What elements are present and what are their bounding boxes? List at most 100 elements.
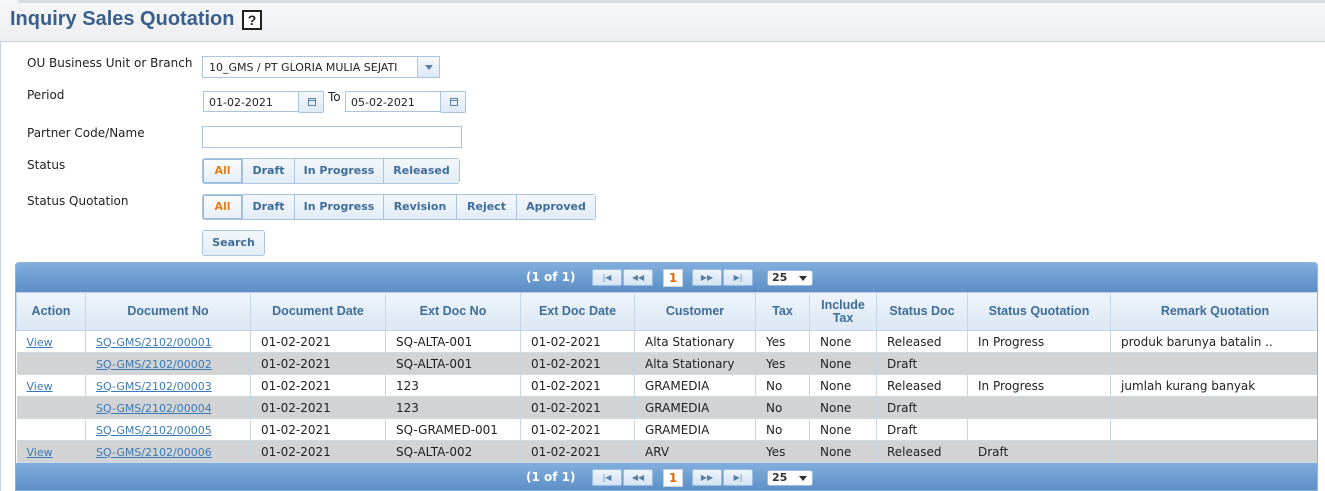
- next-page-icon[interactable]: ▶▶: [692, 469, 722, 486]
- document-date-cell: 01-02-2021: [250, 330, 386, 353]
- col-action[interactable]: Action: [16, 292, 86, 331]
- remark-cell: [1110, 352, 1317, 375]
- col-document-no[interactable]: Document No: [85, 292, 251, 331]
- status-all-button[interactable]: All: [203, 159, 243, 183]
- current-page[interactable]: 1: [663, 469, 683, 487]
- status-label: Status: [27, 158, 66, 172]
- last-page-icon[interactable]: ▶|: [723, 269, 753, 286]
- document-no-cell: SQ-GMS/2102/00004: [85, 396, 251, 419]
- partner-label: Partner Code/Name: [27, 126, 145, 140]
- pager-info: (1 of 1): [526, 470, 576, 484]
- status-doc-cell: Draft: [876, 418, 968, 441]
- document-link[interactable]: SQ-GMS/2102/00005: [96, 424, 212, 437]
- table-row[interactable]: SQ-GMS/2102/00002 01-02-2021 SQ-ALTA-001 01…: [16, 352, 1317, 375]
- status-doc-cell: Released: [876, 440, 968, 463]
- status-quotation-segmented: All Draft In Progress Revision Reject Ap…: [202, 194, 596, 220]
- status-doc-cell: Released: [876, 330, 968, 353]
- customer-cell: Alta Stationary: [634, 330, 756, 353]
- partner-input[interactable]: [202, 126, 462, 148]
- prev-page-icon[interactable]: ◀◀: [623, 469, 653, 486]
- header-topline: [18, 0, 1325, 3]
- sq-in-progress-button[interactable]: In Progress: [295, 195, 384, 219]
- status-doc-cell: Released: [876, 374, 968, 397]
- table-row[interactable]: SQ-GMS/2102/00005 01-02-2021 SQ-GRAMED-001…: [16, 418, 1317, 441]
- col-document-date[interactable]: Document Date: [250, 292, 386, 331]
- document-date-cell: 01-02-2021: [250, 418, 386, 441]
- last-page-icon[interactable]: ▶|: [723, 469, 753, 486]
- calendar-icon[interactable]: [440, 91, 466, 113]
- ext-doc-date-cell: 01-02-2021: [520, 396, 635, 419]
- document-link[interactable]: SQ-GMS/2102/00001: [96, 336, 212, 349]
- document-link[interactable]: SQ-GMS/2102/00004: [96, 402, 212, 415]
- customer-cell: GRAMEDIA: [634, 396, 756, 419]
- status-quotation-cell: [967, 396, 1111, 419]
- status-released-button[interactable]: Released: [384, 159, 459, 183]
- page-size-select[interactable]: 25: [767, 470, 813, 486]
- col-ext-doc-no[interactable]: Ext Doc No: [385, 292, 521, 331]
- table-row[interactable]: View SQ-GMS/2102/00003 01-02-2021 123 01-02-…: [16, 374, 1317, 397]
- col-ext-doc-date[interactable]: Ext Doc Date: [520, 292, 635, 331]
- tax-cell: No: [755, 396, 810, 419]
- include-tax-cell: None: [809, 418, 877, 441]
- ext-doc-no-cell: SQ-ALTA-001: [385, 352, 521, 375]
- period-to-field[interactable]: 05-02-2021: [345, 91, 441, 112]
- ou-select-value: 10_GMS / PT GLORIA MULIA SEJATI: [209, 61, 398, 74]
- table-row[interactable]: SQ-GMS/2102/00004 01-02-2021 123 01-02-2021…: [16, 396, 1317, 419]
- page-size-select[interactable]: 25: [767, 270, 813, 286]
- current-page[interactable]: 1: [663, 269, 683, 287]
- next-page-icon[interactable]: ▶▶: [692, 269, 722, 286]
- sq-revision-button[interactable]: Revision: [384, 195, 457, 219]
- first-page-icon[interactable]: |◀: [592, 469, 622, 486]
- period-from-field[interactable]: 01-02-2021: [203, 91, 299, 112]
- ext-doc-date-cell: 01-02-2021: [520, 440, 635, 463]
- chevron-down-icon[interactable]: [417, 57, 439, 77]
- col-customer[interactable]: Customer: [634, 292, 756, 331]
- period-label: Period: [27, 88, 65, 102]
- action-cell: [16, 352, 86, 375]
- document-link[interactable]: SQ-GMS/2102/00002: [96, 358, 212, 371]
- col-tax[interactable]: Tax: [755, 292, 810, 331]
- sq-draft-button[interactable]: Draft: [243, 195, 295, 219]
- search-button[interactable]: Search: [202, 230, 265, 256]
- table-row[interactable]: View SQ-GMS/2102/00001 01-02-2021 SQ-ALTA-0…: [16, 330, 1317, 353]
- table-row[interactable]: View SQ-GMS/2102/00006 01-02-2021 SQ-ALTA-0…: [16, 440, 1317, 463]
- sq-approved-button[interactable]: Approved: [517, 195, 595, 219]
- first-page-icon[interactable]: |◀: [592, 269, 622, 286]
- status-quotation-cell: [967, 418, 1111, 441]
- include-tax-cell: None: [809, 330, 877, 353]
- col-include-tax[interactable]: Include Tax: [809, 292, 877, 331]
- remark-cell: [1110, 440, 1317, 463]
- document-link[interactable]: SQ-GMS/2102/00006: [96, 446, 212, 459]
- document-link[interactable]: SQ-GMS/2102/00003: [96, 380, 212, 393]
- customer-cell: ARV: [634, 440, 756, 463]
- left-border: [0, 42, 1, 491]
- action-cell: View: [16, 374, 86, 397]
- view-link[interactable]: View: [27, 380, 53, 393]
- include-tax-cell: None: [809, 440, 877, 463]
- customer-cell: GRAMEDIA: [634, 418, 756, 441]
- document-date-cell: 01-02-2021: [250, 352, 386, 375]
- status-quotation-cell: [967, 352, 1111, 375]
- sq-reject-button[interactable]: Reject: [457, 195, 517, 219]
- include-tax-cell: None: [809, 396, 877, 419]
- document-no-cell: SQ-GMS/2102/00005: [85, 418, 251, 441]
- view-link[interactable]: View: [27, 446, 53, 459]
- table-header-row: Action Document No Document Date Ext Doc…: [16, 292, 1317, 331]
- view-link[interactable]: View: [27, 336, 53, 349]
- ext-doc-no-cell: SQ-ALTA-002: [385, 440, 521, 463]
- calendar-icon[interactable]: [298, 91, 324, 113]
- sq-all-button[interactable]: All: [203, 195, 243, 219]
- prev-page-icon[interactable]: ◀◀: [623, 269, 653, 286]
- status-in-progress-button[interactable]: In Progress: [295, 159, 384, 183]
- status-doc-cell: Draft: [876, 352, 968, 375]
- pager-info: (1 of 1): [526, 270, 576, 284]
- ou-select[interactable]: 10_GMS / PT GLORIA MULIA SEJATI: [202, 56, 440, 78]
- col-status-quotation[interactable]: Status Quotation: [967, 292, 1111, 331]
- col-remark-quotation[interactable]: Remark Quotation: [1110, 292, 1317, 331]
- action-cell: View: [16, 440, 86, 463]
- col-status-doc[interactable]: Status Doc: [876, 292, 968, 331]
- status-draft-button[interactable]: Draft: [243, 159, 295, 183]
- status-segmented: All Draft In Progress Released: [202, 158, 460, 184]
- help-icon[interactable]: ?: [242, 10, 262, 30]
- status-quotation-cell: Draft: [967, 440, 1111, 463]
